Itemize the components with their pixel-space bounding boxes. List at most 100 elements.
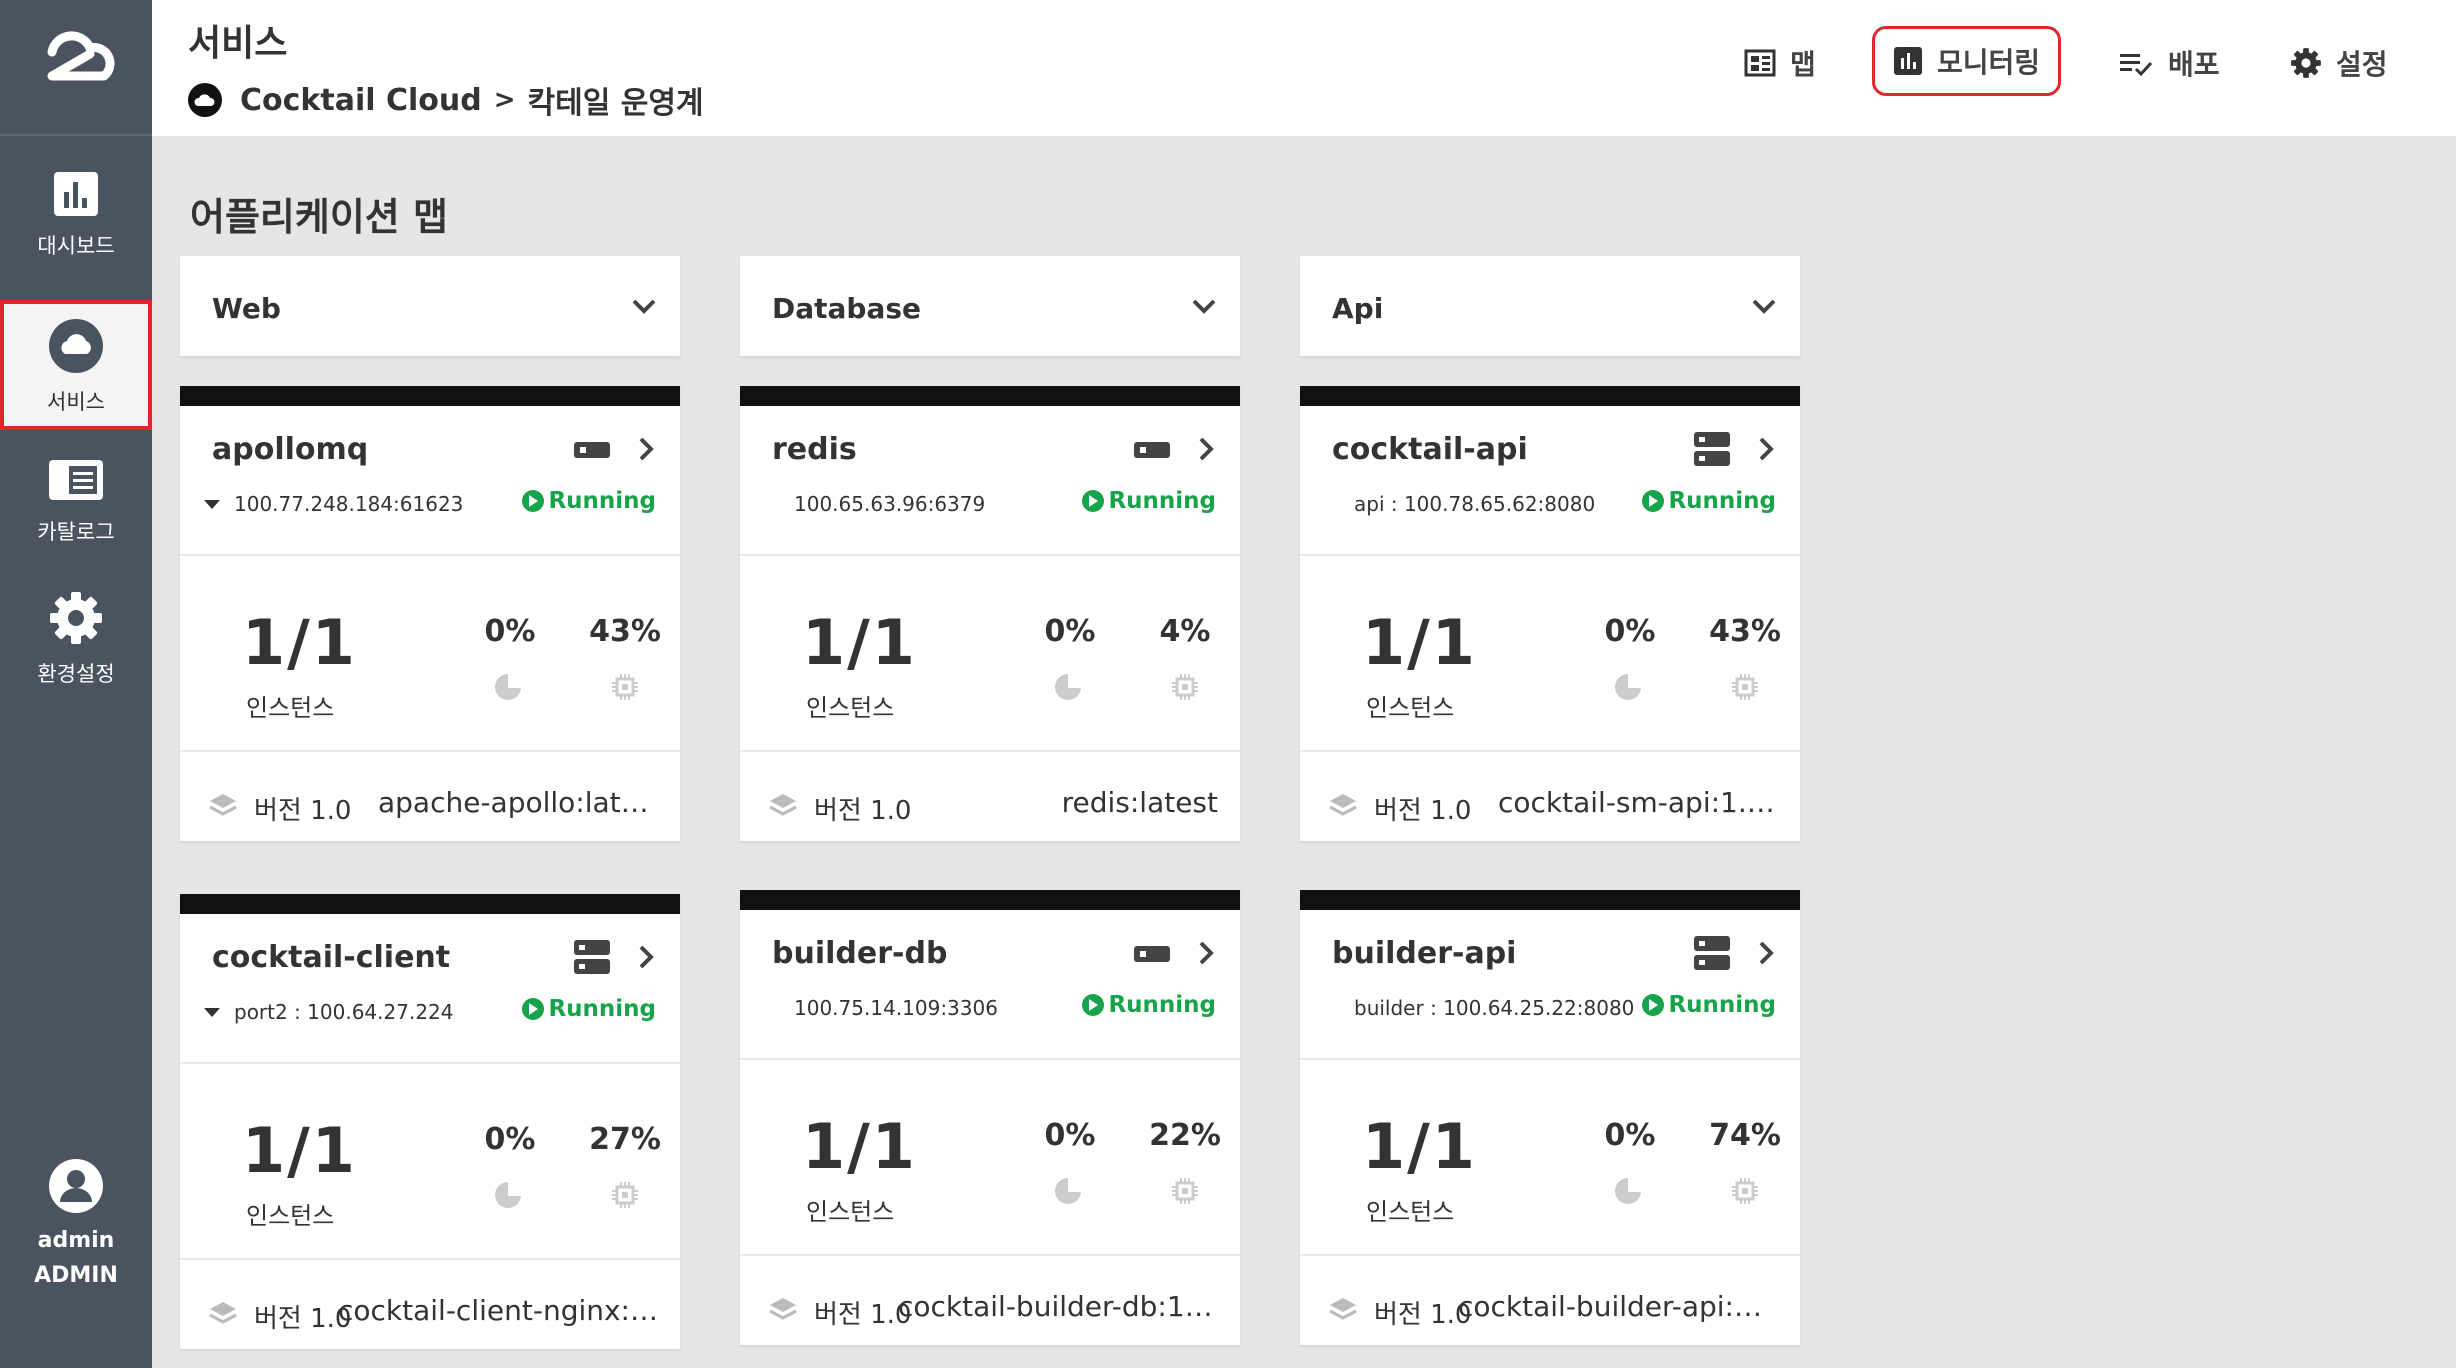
user-profile[interactable]: admin ADMIN xyxy=(0,1158,152,1288)
image-name: redis:latest xyxy=(1061,786,1218,819)
service-name[interactable]: builder-api xyxy=(1332,936,1516,971)
play-icon xyxy=(522,490,545,512)
user-name: admin xyxy=(37,1228,115,1253)
divider xyxy=(180,1258,680,1260)
memory-chip-icon xyxy=(612,1182,638,1208)
breadcrumb-separator: > xyxy=(493,85,516,115)
sidebar-item-settings[interactable]: 환경설정 xyxy=(0,590,152,718)
memory-chip-icon xyxy=(612,674,638,700)
group-dropdown-web[interactable]: Web xyxy=(180,256,680,356)
group-dropdown-label: Api xyxy=(1332,292,1384,325)
divider xyxy=(740,1058,1240,1060)
divider xyxy=(740,554,1240,556)
group-dropdown-database[interactable]: Database xyxy=(740,256,1240,356)
cpu-usage: 0% xyxy=(1044,1118,1096,1153)
sidebar-item-catalog[interactable]: 카탈로그 xyxy=(0,456,152,584)
chevron-right-icon[interactable] xyxy=(1754,434,1778,464)
cloud-icon xyxy=(49,319,103,373)
pie-chart-icon xyxy=(495,1182,521,1208)
nav-map[interactable]: 맵 xyxy=(1744,28,1816,98)
group-dropdown-label: Web xyxy=(212,292,281,325)
chevron-right-icon[interactable] xyxy=(1754,938,1778,968)
gear-icon xyxy=(50,592,102,644)
sidebar-item-dashboard[interactable]: 대시보드 xyxy=(0,170,152,298)
cloud-icon xyxy=(188,83,222,117)
service-name[interactable]: cocktail-client xyxy=(212,940,450,975)
layers-icon xyxy=(1329,794,1357,816)
divider xyxy=(740,750,1240,752)
service-address: 100.75.14.109:3306 xyxy=(794,996,998,1020)
user-icon xyxy=(49,1159,103,1213)
memory-chip-icon xyxy=(1172,674,1198,700)
instance-label: 인스턴스 xyxy=(806,694,895,722)
service-card-apollomq[interactable]: apollomq 100.77.248.184:61623 Running 1/… xyxy=(180,386,680,841)
version-label: 버전 1.0 xyxy=(254,796,352,826)
memory-chip-icon xyxy=(1732,1178,1758,1204)
play-icon xyxy=(522,998,545,1020)
service-name[interactable]: apollomq xyxy=(212,432,368,467)
cpu-usage: 0% xyxy=(484,614,536,649)
service-address[interactable]: 100.77.248.184:61623 xyxy=(204,492,463,516)
chevron-right-icon[interactable] xyxy=(1194,938,1218,968)
pie-chart-icon xyxy=(1055,674,1081,700)
catalog-icon xyxy=(49,460,103,500)
cpu-usage: 0% xyxy=(1604,614,1656,649)
app-logo[interactable] xyxy=(0,0,152,136)
chevron-down-icon xyxy=(1752,299,1776,314)
chevron-right-icon[interactable] xyxy=(634,942,658,972)
instance-label: 인스턴스 xyxy=(1366,1198,1455,1226)
nav-deploy[interactable]: 배포 xyxy=(2118,28,2220,98)
status-badge: Running xyxy=(1642,992,1776,1018)
dashboard-icon xyxy=(54,172,98,216)
nav-deploy-label: 배포 xyxy=(2168,48,2220,81)
chevron-right-icon[interactable] xyxy=(634,434,658,464)
nav-monitoring-label: 모니터링 xyxy=(1937,46,2041,79)
logo-icon xyxy=(47,31,115,81)
sidebar-item-label: 환경설정 xyxy=(37,662,115,686)
service-name[interactable]: builder-db xyxy=(772,936,947,971)
layers-icon xyxy=(209,794,237,816)
layers-icon xyxy=(209,1302,237,1324)
memory-usage: 43% xyxy=(1709,614,1781,649)
instance-count: 1/1 xyxy=(1362,606,1477,679)
sidebar-item-service[interactable]: 서비스 xyxy=(0,300,152,430)
group-dropdown-api[interactable]: Api xyxy=(1300,256,1800,356)
play-icon xyxy=(1642,994,1665,1016)
version-label: 버전 1.0 xyxy=(1374,1300,1472,1330)
status-badge: Running xyxy=(1082,488,1216,514)
memory-usage: 22% xyxy=(1149,1118,1221,1153)
service-card-builder-db[interactable]: builder-db 100.75.14.109:3306 Running 1/… xyxy=(740,890,1240,1345)
instance-label: 인스턴스 xyxy=(806,1198,895,1226)
divider xyxy=(1300,1058,1800,1060)
status-badge: Running xyxy=(522,488,656,514)
service-card-redis[interactable]: redis 100.65.63.96:6379 Running 1/1 인스턴스… xyxy=(740,386,1240,841)
instance-count: 1/1 xyxy=(242,606,357,679)
multi-server-icon xyxy=(574,940,610,974)
cpu-usage: 0% xyxy=(484,1122,536,1157)
single-server-icon xyxy=(1134,946,1170,962)
map-icon xyxy=(1744,49,1776,77)
service-name[interactable]: redis xyxy=(772,432,857,467)
image-name: apache-apollo:latest xyxy=(378,786,658,819)
pie-chart-icon xyxy=(495,674,521,700)
instance-label: 인스턴스 xyxy=(1366,694,1455,722)
service-address[interactable]: port2 : 100.64.27.224 xyxy=(204,1000,454,1024)
chevron-right-icon[interactable] xyxy=(1194,434,1218,464)
page-header-title: 서비스 xyxy=(188,23,288,64)
pie-chart-icon xyxy=(1615,1178,1641,1204)
single-server-icon xyxy=(574,442,610,458)
divider xyxy=(740,1254,1240,1256)
breadcrumb-root[interactable]: Cocktail Cloud xyxy=(240,83,482,118)
sidebar-item-label: 카탈로그 xyxy=(37,520,115,544)
page-title: 어플리케이션 맵 xyxy=(190,195,448,239)
nav-settings[interactable]: 설정 xyxy=(2290,28,2388,98)
single-server-icon xyxy=(1134,442,1170,458)
service-card-cocktail-client[interactable]: cocktail-client port2 : 100.64.27.224 Ru… xyxy=(180,894,680,1349)
memory-usage: 43% xyxy=(589,614,661,649)
nav-monitoring[interactable]: 모니터링 xyxy=(1872,26,2062,96)
play-icon xyxy=(1082,490,1105,512)
user-role: ADMIN xyxy=(34,1263,118,1288)
service-card-builder-api[interactable]: builder-api builder : 100.64.25.22:8080 … xyxy=(1300,890,1800,1345)
service-card-cocktail-api[interactable]: cocktail-api api : 100.78.65.62:8080 Run… xyxy=(1300,386,1800,841)
service-name[interactable]: cocktail-api xyxy=(1332,432,1528,467)
